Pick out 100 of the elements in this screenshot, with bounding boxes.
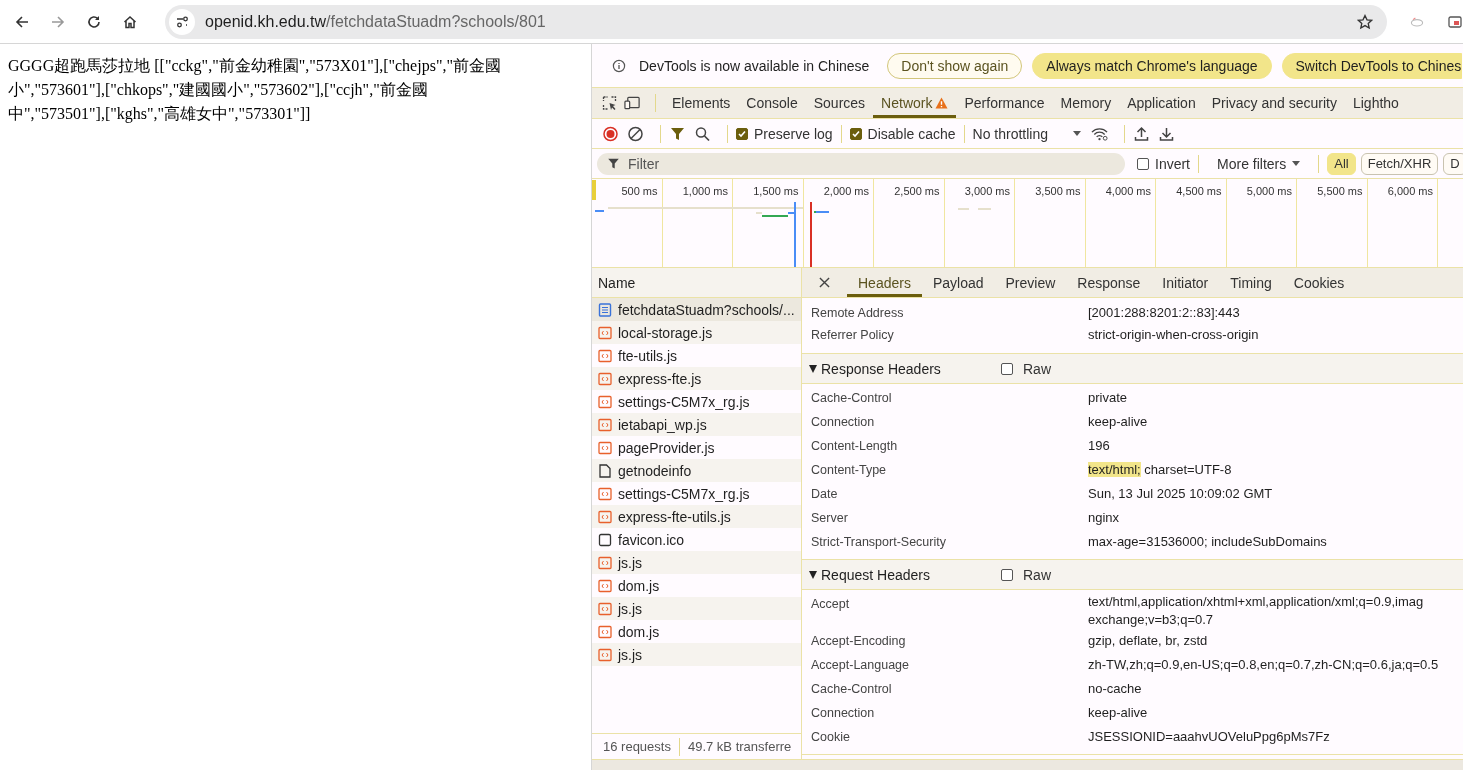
devtools-tab[interactable]: Memory	[1052, 88, 1120, 118]
upload-icon[interactable]	[1132, 125, 1150, 142]
checkbox[interactable]	[1137, 157, 1149, 170]
devtools-tab[interactable]: Network	[873, 88, 957, 118]
header-name: Remote Address	[811, 305, 905, 322]
time-tick-label: 5,000 ms	[1246, 185, 1292, 197]
devtools-tab[interactable]: Elements	[664, 88, 739, 118]
request-row[interactable]: js.js	[592, 551, 801, 574]
download-icon[interactable]	[1157, 125, 1175, 142]
time-tick-label: 4,000 ms	[1105, 185, 1151, 197]
detail-tab[interactable]: Timing	[1219, 268, 1283, 297]
reload-icon[interactable]	[86, 13, 102, 30]
detail-tab[interactable]: Preview	[994, 268, 1067, 297]
script-icon	[598, 348, 612, 363]
close-icon[interactable]	[819, 277, 830, 288]
search-icon[interactable]	[694, 125, 711, 142]
request-row[interactable]: fetchdataStuadm?schools/...	[592, 298, 801, 321]
checkbox-label: Preserve log	[754, 125, 833, 142]
caret-icon[interactable]	[809, 364, 817, 373]
infobar-button[interactable]: Switch DevTools to Chines	[1281, 52, 1463, 79]
checkbox-label: Invert	[1155, 155, 1190, 172]
checkbox[interactable]	[736, 127, 748, 140]
header-value: 196	[1088, 437, 1110, 455]
header-value: JSESSIONID=aaahvUOVeluPpg6pMs7Fz	[1088, 728, 1330, 746]
script-icon	[598, 509, 612, 524]
header-name: Cache-Control	[811, 681, 893, 698]
script-icon	[598, 601, 612, 616]
address-bar[interactable]: openid.kh.edu.tw/fetchdataStuadm?schools/801	[165, 4, 1387, 39]
devtools-tab[interactable]: Performance	[956, 88, 1053, 118]
request-row[interactable]: local-storage.js	[592, 321, 801, 344]
caret-icon[interactable]	[809, 570, 817, 579]
devtools-tab[interactable]: Lightho	[1344, 88, 1407, 118]
header-value: nginx	[1088, 509, 1120, 527]
request-row[interactable]: express-fte.js	[592, 367, 801, 390]
request-row[interactable]: js.js	[592, 643, 801, 666]
time-tick-label: 6,000 ms	[1387, 185, 1433, 197]
image-icon	[598, 532, 612, 547]
dropdown-caret-icon[interactable]	[1292, 161, 1301, 166]
devtools-tab[interactable]: Console	[738, 88, 806, 118]
header-value: keep-alive	[1088, 413, 1148, 431]
bookmark-star-icon[interactable]	[1357, 13, 1373, 30]
device-icon[interactable]	[624, 95, 641, 111]
devtools-tab[interactable]: Privacy and security	[1203, 88, 1345, 118]
type-filter-button[interactable]: D	[1443, 152, 1463, 175]
section-header[interactable]: Request Headers Raw	[802, 560, 1463, 590]
throttling-dropdown[interactable]: No throttling	[972, 125, 1073, 142]
infobar-button[interactable]: Don't show again	[887, 52, 1023, 79]
type-filter-button[interactable]: Fetch/XHR	[1360, 152, 1439, 175]
detail-tab[interactable]: Headers	[847, 268, 922, 297]
info-icon	[612, 58, 626, 73]
home-icon[interactable]	[122, 13, 138, 30]
infobar-button[interactable]: Always match Chrome's language	[1032, 52, 1272, 79]
forward-icon[interactable]	[50, 13, 66, 30]
header-value: exchange;v=b3;q=0.7	[1088, 611, 1215, 629]
filter-icon[interactable]	[669, 125, 686, 142]
checkbox[interactable]	[849, 127, 862, 140]
header-value: zh-TW,zh;q=0.9,en-US;q=0.8,en;q=0.7,zh-CN;q=0.6,ja;q=0.5	[1088, 656, 1439, 674]
clear-icon[interactable]	[627, 125, 644, 142]
site-settings-icon[interactable]	[169, 8, 195, 35]
header-value: gzip, deflate, br, zstd	[1088, 632, 1208, 650]
network-conditions-icon[interactable]	[1090, 125, 1108, 142]
detail-tab[interactable]: Payload	[921, 268, 995, 297]
header-name: Connection	[811, 414, 876, 431]
header-value: text/html; charset=UTF-8	[1088, 461, 1232, 479]
detail-tab[interactable]: Response	[1066, 268, 1152, 297]
column-header[interactable]: Name	[592, 268, 801, 298]
header-name: Content-Type	[811, 462, 888, 479]
checkbox[interactable]	[1001, 568, 1013, 581]
more-filters-dropdown[interactable]: More filters	[1217, 155, 1287, 172]
document-icon	[598, 302, 612, 317]
request-row[interactable]: js.js	[592, 597, 801, 620]
request-row[interactable]: getnodeinfo	[592, 459, 801, 482]
request-row[interactable]: ietabapi_wp.js	[592, 413, 801, 436]
section-header[interactable]: Response Headers Raw	[802, 354, 1463, 384]
detail-tab[interactable]: Cookies	[1282, 268, 1356, 297]
header-name: Content-Length	[811, 438, 899, 455]
header-name: Accept	[811, 596, 851, 613]
dropdown-caret-icon[interactable]	[1072, 131, 1081, 136]
window-icon[interactable]	[1447, 13, 1463, 30]
time-tick-label: 3,000 ms	[964, 185, 1010, 197]
page-text: GGGG超跑馬莎拉地 [["cckg","前金幼稚園","573X01"],["chejps","前金國小","573601"],["chkops","建國國小","573602"],["ccjh","前金國中","573501"],["kghs","高雄女中","573301"]]	[8, 56, 502, 125]
filter-field[interactable]: Filter	[597, 152, 1125, 175]
inspect-icon[interactable]	[601, 95, 618, 111]
devtools-tab[interactable]: Sources	[805, 88, 874, 118]
detail-tab[interactable]: Initiator	[1151, 268, 1220, 297]
header-name: Server	[811, 510, 849, 527]
devtools-tab[interactable]: Application	[1119, 88, 1204, 118]
type-filter-button[interactable]: All	[1327, 152, 1356, 175]
time-tick-label: 1,500 ms	[753, 185, 799, 197]
back-icon[interactable]	[14, 13, 30, 30]
checkbox[interactable]	[1001, 362, 1013, 375]
infobar-message: DevTools is now available in Chinese	[639, 57, 870, 74]
script-icon	[598, 371, 612, 386]
section-title: Response Headers	[821, 360, 942, 377]
script-icon	[598, 486, 612, 501]
header-value: max-age=31536000; includeSubDomains	[1088, 533, 1327, 551]
script-icon	[598, 647, 612, 662]
record-icon[interactable]	[602, 125, 619, 142]
time-tick-label: 2,500 ms	[894, 185, 940, 197]
request-row[interactable]: express-fte-utils.js	[592, 505, 801, 528]
